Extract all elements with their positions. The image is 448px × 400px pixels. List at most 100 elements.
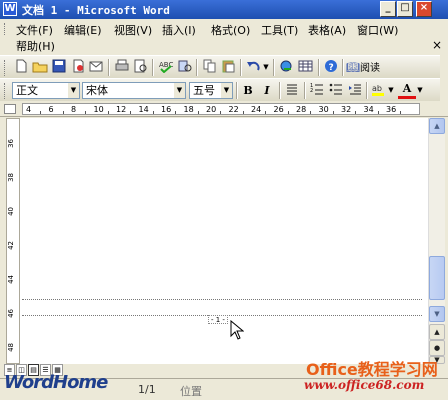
vertical-ruler-label: 46 xyxy=(7,309,15,318)
menu-edit[interactable]: 编辑(E) xyxy=(62,21,104,39)
ruler-tick xyxy=(152,111,154,114)
page-number-field[interactable]: - 1 - xyxy=(208,315,228,324)
ruler-label: 28 xyxy=(296,105,307,114)
toolbar-separator xyxy=(318,59,320,76)
office-site-watermark: Office教程学习网 xyxy=(306,360,438,379)
menu-window[interactable]: 窗口(W) xyxy=(355,21,400,39)
spelling-icon[interactable]: ABC xyxy=(157,59,175,76)
ruler-tick xyxy=(332,111,334,114)
font-combo[interactable]: 宋体 ▼ xyxy=(82,82,186,99)
menu-bar: 文件(F) 编辑(E) 视图(V) 插入(I) 格式(O) 工具(T) 表格(A… xyxy=(0,19,448,55)
chevron-down-icon[interactable]: ▼ xyxy=(68,83,79,98)
italic-button[interactable]: I xyxy=(258,82,276,99)
permission-icon[interactable] xyxy=(69,59,87,76)
page-boundary-line xyxy=(22,299,422,300)
ruler-label: 8 xyxy=(71,105,77,114)
menu-format[interactable]: 格式(O) xyxy=(209,21,252,39)
ruler-label: 16 xyxy=(161,105,172,114)
select-browse-object-icon[interactable]: ● xyxy=(429,340,445,356)
toolbar-grip[interactable] xyxy=(4,60,7,76)
open-folder-icon[interactable] xyxy=(31,59,49,76)
menu-help[interactable]: 帮助(H) xyxy=(14,37,57,55)
table-icon[interactable] xyxy=(297,59,315,76)
office-url-watermark: www.office68.com xyxy=(304,378,425,392)
window-title: 文档 1 - Microsoft Word xyxy=(22,4,170,17)
menu-grip[interactable] xyxy=(4,23,7,35)
vertical-scrollbar[interactable]: ▲ ▼ ▲ ● ▼ xyxy=(428,118,445,364)
indent-icon[interactable] xyxy=(346,82,364,99)
style-combo[interactable]: 正文 ▼ xyxy=(12,82,80,99)
ruler-tick xyxy=(107,111,109,114)
ruler-tick xyxy=(377,111,379,114)
paste-icon[interactable] xyxy=(220,59,238,76)
tab-selector[interactable] xyxy=(4,104,16,114)
word-app-icon[interactable]: W xyxy=(3,2,17,16)
bold-button[interactable]: B xyxy=(239,82,257,99)
menu-table[interactable]: 表格(A) xyxy=(306,21,348,39)
ruler-tick xyxy=(287,111,289,114)
save-icon[interactable] xyxy=(50,59,68,76)
svg-text:ab: ab xyxy=(372,84,382,93)
previous-page-icon[interactable]: ▲ xyxy=(429,324,445,340)
ruler-tick xyxy=(220,111,222,114)
menu-insert[interactable]: 插入(I) xyxy=(160,21,198,39)
toolbar-grip[interactable] xyxy=(4,83,7,99)
align-justify-icon[interactable] xyxy=(283,82,301,99)
font-color-dropdown-icon[interactable]: ▼ xyxy=(416,82,424,99)
research-icon[interactable] xyxy=(176,59,194,76)
font-size-combo[interactable]: 五号 ▼ xyxy=(189,82,233,99)
ruler-track[interactable]: 4 6 8 10 12 14 16 18 20 22 24 26 28 30 32 34 36 xyxy=(22,103,420,115)
ruler-tick xyxy=(62,111,64,114)
ruler-label: 32 xyxy=(341,105,352,114)
minimize-button[interactable]: _ xyxy=(380,1,396,17)
chevron-down-icon[interactable]: ▼ xyxy=(174,83,185,98)
vertical-ruler-label: 38 xyxy=(7,173,15,182)
maximize-button[interactable]: □ xyxy=(397,1,413,17)
vertical-ruler-label: 40 xyxy=(7,207,15,216)
ruler-tick xyxy=(355,111,357,114)
highlight-icon[interactable]: ab xyxy=(370,82,388,99)
close-window-button[interactable]: × xyxy=(416,1,432,17)
toolbar-separator xyxy=(279,82,281,99)
vertical-ruler-label: 44 xyxy=(7,275,15,284)
toolbar-separator xyxy=(273,59,275,76)
scroll-up-icon[interactable]: ▲ xyxy=(429,118,445,134)
numbering-icon[interactable]: 12 xyxy=(308,82,326,99)
document-page[interactable]: - 1 - xyxy=(20,118,428,364)
help-icon[interactable]: ? xyxy=(323,59,341,76)
standard-toolbar: ABC ▼ ? 📖︎阅读(R) xyxy=(0,55,448,92)
copy-icon[interactable] xyxy=(201,59,219,76)
new-document-icon[interactable] xyxy=(12,59,30,76)
print-preview-icon[interactable] xyxy=(132,59,150,76)
ruler-label: 24 xyxy=(251,105,262,114)
scroll-thumb[interactable] xyxy=(429,256,445,300)
ruler-label: 34 xyxy=(363,105,374,114)
toolbar-separator xyxy=(236,82,238,99)
hyperlink-icon[interactable] xyxy=(278,59,296,76)
mouse-cursor-icon xyxy=(230,319,245,340)
menu-tools[interactable]: 工具(T) xyxy=(259,21,300,39)
title-bar: W 文档 1 - Microsoft Word _ □ × xyxy=(0,0,448,19)
ruler-label: 6 xyxy=(48,105,54,114)
bullets-icon[interactable] xyxy=(327,82,345,99)
close-document-icon[interactable]: × xyxy=(432,38,442,52)
ruler-tick xyxy=(400,111,402,114)
toolbar-end xyxy=(440,56,448,80)
print-icon[interactable] xyxy=(113,59,131,76)
font-value: 宋体 xyxy=(86,84,108,97)
toolbar-separator xyxy=(342,59,344,76)
scroll-down-icon[interactable]: ▼ xyxy=(429,306,445,322)
undo-icon[interactable] xyxy=(245,59,263,76)
highlight-dropdown-icon[interactable]: ▼ xyxy=(387,82,395,99)
svg-text:?: ? xyxy=(329,63,334,73)
toolbar-separator xyxy=(366,82,368,99)
font-color-button[interactable]: A xyxy=(398,82,416,99)
read-mode-button[interactable]: 📖︎阅读(R) xyxy=(346,59,394,92)
undo-dropdown-icon[interactable]: ▼ xyxy=(262,59,270,76)
ruler-tick xyxy=(85,111,87,114)
email-icon[interactable] xyxy=(88,59,106,76)
ruler-tick xyxy=(130,111,132,114)
chevron-down-icon[interactable]: ▼ xyxy=(221,83,232,98)
menu-view[interactable]: 视图(V) xyxy=(112,21,154,39)
vertical-ruler-label: 48 xyxy=(7,343,15,352)
